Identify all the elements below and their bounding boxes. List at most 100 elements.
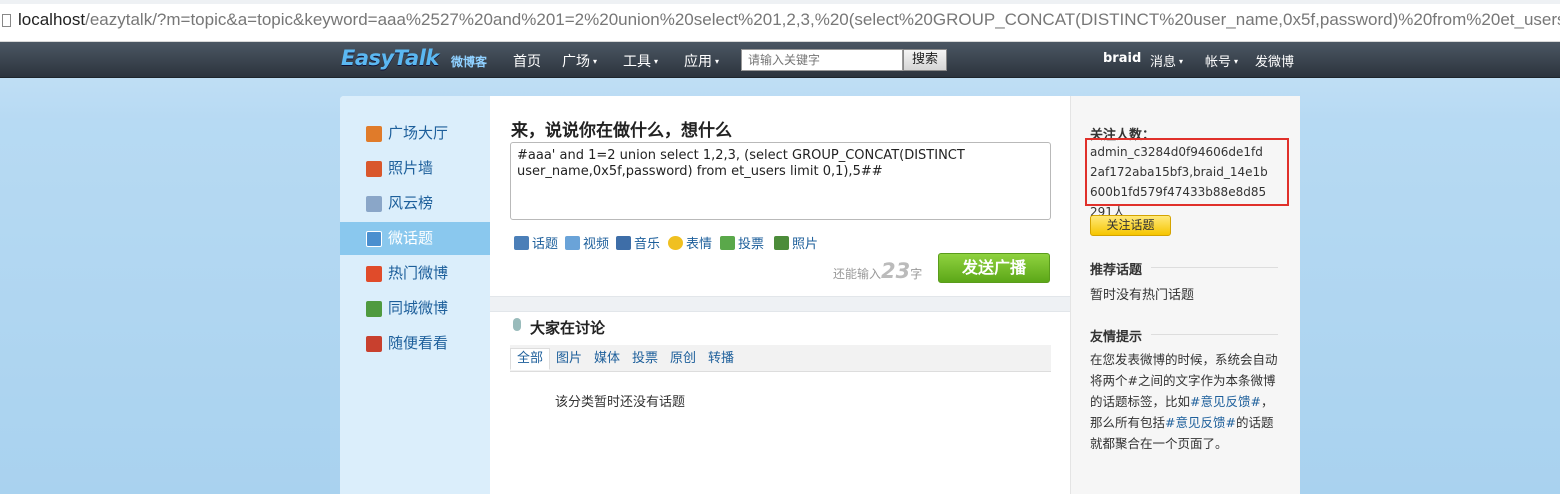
tool-label: 视频	[583, 237, 610, 252]
tool-photo[interactable]: 照片	[774, 233, 818, 252]
left-sidebar: 广场大厅 照片墙 风云榜 微话题 热门微博 同城微博 随便看看	[340, 96, 490, 494]
sidebar-item-label: 同城微博	[388, 299, 449, 317]
sidebar-item-label: 照片墙	[388, 159, 434, 177]
photo-tool-icon	[774, 236, 789, 250]
chevron-down-icon: ▾	[1234, 57, 1239, 66]
chevron-down-icon: ▾	[593, 57, 598, 66]
no-hot-topics-text: 暂时没有热门话题	[1090, 288, 1195, 303]
nav-post-weibo[interactable]: 发微博	[1255, 51, 1294, 70]
tab-votes[interactable]: 投票	[632, 349, 658, 371]
sidebar-item-ranking[interactable]: 风云榜	[340, 187, 490, 220]
browser-tab-strip	[0, 0, 1560, 4]
sidebar-item-random[interactable]: 随便看看	[340, 327, 490, 360]
right-sidebar: 关注人数： admin_c3284d0f94606de1fd2af172aba1…	[1070, 96, 1300, 494]
tool-topic[interactable]: 话题	[514, 233, 558, 252]
tips-tag-link[interactable]: #意见反馈#	[1190, 394, 1261, 409]
remaining-chars: 还能输入23字	[833, 259, 922, 283]
nav-username[interactable]: braid	[1103, 51, 1141, 66]
city-icon	[366, 301, 382, 317]
tool-vote[interactable]: 投票	[720, 233, 764, 252]
tab-images[interactable]: 图片	[556, 349, 582, 371]
tool-label: 音乐	[634, 237, 661, 252]
tool-emoji[interactable]: 表情	[668, 233, 712, 252]
post-textarea[interactable]: #aaa' and 1=2 union select 1,2,3, (selec…	[510, 142, 1051, 220]
nav-account[interactable]: 帐号 ▾	[1205, 51, 1238, 70]
music-tool-icon	[616, 236, 631, 250]
search-input[interactable]	[741, 49, 903, 71]
post-composer: 来，说说你在做什么，想什么 #aaa' and 1=2 union select…	[490, 96, 1070, 296]
sidebar-item-label: 广场大厅	[388, 124, 449, 142]
main-container: 广场大厅 照片墙 风云榜 微话题 热门微博 同城微博 随便看看 来，说说你在做什…	[340, 96, 1300, 494]
microphone-icon	[513, 318, 521, 331]
tips-tag-link[interactable]: #意见反馈#	[1165, 415, 1236, 430]
follow-topic-button[interactable]: 关注话题	[1090, 215, 1171, 236]
topic-icon	[366, 231, 382, 247]
tab-media[interactable]: 媒体	[594, 349, 620, 371]
photo-icon	[366, 161, 382, 177]
highlight-box	[1085, 138, 1289, 206]
nav-messages[interactable]: 消息 ▾	[1150, 51, 1183, 70]
discussion-title: 大家在讨论	[530, 319, 606, 337]
section-divider	[490, 296, 1070, 312]
topic-tool-icon	[514, 236, 529, 250]
emoji-tool-icon	[668, 236, 683, 250]
nav-square-label: 广场	[562, 54, 590, 70]
sidebar-item-square-hall[interactable]: 广场大厅	[340, 117, 490, 150]
discussion-tabs: 全部 图片 媒体 投票 原创 转播	[510, 345, 1051, 372]
nav-messages-label: 消息	[1150, 55, 1177, 70]
nav-square[interactable]: 广场 ▾	[562, 51, 597, 71]
sidebar-item-label: 微话题	[388, 229, 434, 247]
send-broadcast-button[interactable]: 发送广播	[938, 253, 1050, 283]
sidebar-item-hot-weibo[interactable]: 热门微博	[340, 257, 490, 290]
tool-label: 投票	[738, 237, 765, 252]
chevron-down-icon: ▾	[715, 57, 720, 66]
post-prompt-title: 来，说说你在做什么，想什么	[511, 121, 732, 141]
recommended-topics-title: 推荐话题	[1090, 263, 1143, 278]
nav-tools[interactable]: 工具 ▾	[623, 51, 658, 71]
url-path: /eazytalk/?m=topic&a=topic&keyword=aaa%2…	[85, 10, 1560, 29]
site-logo[interactable]: EasyTalk	[341, 46, 439, 70]
chevron-down-icon: ▾	[654, 57, 659, 66]
url-host: localhost	[18, 10, 86, 29]
nav-tools-label: 工具	[623, 54, 651, 70]
video-tool-icon	[565, 236, 580, 250]
house-icon	[366, 126, 382, 142]
browser-address-bar[interactable]: localhost/eazytalk/?m=topic&a=topic&keyw…	[0, 0, 1560, 42]
tab-reposts[interactable]: 转播	[708, 349, 734, 371]
sidebar-item-label: 随便看看	[388, 334, 449, 352]
hot-icon	[366, 266, 382, 282]
remaining-prefix: 还能输入	[833, 267, 882, 281]
tab-original[interactable]: 原创	[670, 349, 696, 371]
site-logo-subtitle: 微博客	[451, 55, 488, 69]
tab-all[interactable]: 全部	[510, 348, 551, 370]
url-text[interactable]: localhost/eazytalk/?m=topic&a=topic&keyw…	[18, 10, 1560, 30]
sidebar-item-micro-topic[interactable]: 微话题	[340, 222, 490, 255]
tool-label: 表情	[686, 237, 713, 252]
remaining-suffix: 字	[910, 267, 923, 281]
page-icon	[2, 14, 11, 27]
nav-apps-label: 应用	[684, 54, 712, 70]
empty-topics-message: 该分类暂时还没有话题	[555, 395, 686, 410]
random-icon	[366, 336, 382, 352]
remaining-count: 23	[881, 259, 911, 283]
sidebar-item-label: 风云榜	[388, 194, 434, 212]
chevron-down-icon: ▾	[1179, 57, 1184, 66]
tool-label: 照片	[792, 237, 819, 252]
sidebar-item-label: 热门微博	[388, 264, 449, 282]
main-column: 来，说说你在做什么，想什么 #aaa' and 1=2 union select…	[490, 96, 1070, 494]
nav-home[interactable]: 首页	[513, 51, 541, 71]
top-navigation-bar: EasyTalk 微博客 首页 广场▾ 工具▾ 应用▾ 搜索 braid 消息▾…	[0, 42, 1560, 78]
chart-icon	[366, 196, 382, 212]
vote-tool-icon	[720, 236, 735, 250]
sidebar-item-photo-wall[interactable]: 照片墙	[340, 152, 490, 185]
tips-title: 友情提示	[1090, 330, 1143, 345]
divider-line	[1151, 334, 1278, 335]
tool-video[interactable]: 视频	[565, 233, 609, 252]
divider-line	[1151, 267, 1278, 268]
search-button[interactable]: 搜索	[903, 49, 947, 71]
tips-text: 在您发表微博的时候，系统会自动将两个#之间的文字作为本条微博的话题标签，比如#意…	[1090, 349, 1282, 454]
sidebar-item-local-weibo[interactable]: 同城微博	[340, 292, 490, 325]
nav-apps[interactable]: 应用 ▾	[684, 51, 719, 71]
tool-label: 话题	[532, 237, 559, 252]
tool-music[interactable]: 音乐	[616, 233, 660, 252]
